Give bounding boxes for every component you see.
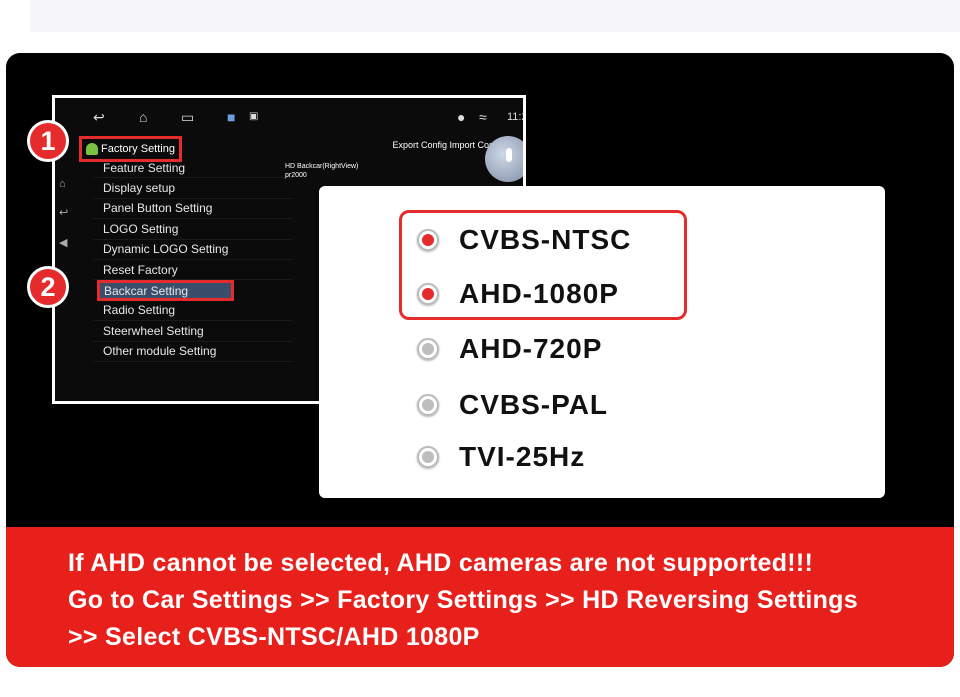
menu-item-feature-setting[interactable]: Feature Setting bbox=[93, 158, 293, 179]
clock-time: 11:2 bbox=[507, 111, 526, 123]
option-cvbs-pal[interactable]: CVBS-PAL bbox=[417, 389, 608, 421]
notice-banner: If AHD cannot be selected, AHD cameras a… bbox=[6, 527, 954, 667]
notice-line-3: >> Select CVBS-NTSC/AHD 1080P bbox=[68, 623, 480, 651]
menu-item-backcar-setting[interactable]: Backcar Setting bbox=[97, 280, 234, 301]
option-label: AHD-1080P bbox=[459, 278, 619, 309]
option-ahd-720p[interactable]: AHD-720P bbox=[417, 333, 602, 365]
option-label: CVBS-PAL bbox=[459, 389, 609, 420]
microphone-icon bbox=[506, 148, 512, 162]
option-label: CVBS-NTSC bbox=[459, 224, 632, 255]
back-icon[interactable]: ↩ bbox=[93, 110, 105, 124]
menu-item-reset-factory[interactable]: Reset Factory bbox=[93, 260, 293, 281]
option-tvi-25hz[interactable]: TVI-25Hz bbox=[417, 441, 585, 473]
settings-menu: Feature Setting Display setup Panel Butt… bbox=[93, 158, 293, 362]
radio-ahd-1080p[interactable] bbox=[417, 283, 439, 305]
menu-item-other-module-setting[interactable]: Other module Setting bbox=[93, 342, 293, 362]
radio-cvbs-pal[interactable] bbox=[417, 394, 439, 416]
wifi-icon: ≈ bbox=[479, 109, 487, 125]
app-title-text: Factory Setting bbox=[101, 143, 175, 155]
option-ahd-1080p[interactable]: AHD-1080P bbox=[417, 278, 619, 310]
menu-item-radio-setting[interactable]: Radio Setting bbox=[93, 301, 293, 322]
step-badge-2: 2 bbox=[27, 266, 69, 308]
backcar-detail-label: HD Backcar(RightView) bbox=[285, 163, 359, 170]
home-side-icon[interactable]: ⌂ bbox=[59, 178, 66, 190]
menu-item-display-setup[interactable]: Display setup bbox=[93, 178, 293, 199]
step-badge-1: 1 bbox=[27, 120, 69, 162]
back-side-icon[interactable]: ↩ bbox=[59, 206, 68, 219]
top-band bbox=[30, 0, 960, 32]
location-icon: ● bbox=[457, 109, 466, 125]
menu-item-logo-setting[interactable]: LOGO Setting bbox=[93, 219, 293, 240]
notice-line-2: Go to Car Settings >> Factory Settings >… bbox=[68, 586, 858, 614]
home-icon[interactable]: ⌂ bbox=[139, 110, 147, 124]
backcar-detail-sub: pr2000 bbox=[285, 172, 307, 179]
backcar-detail: HD Backcar(RightView) pr2000 bbox=[285, 162, 358, 180]
menu-item-steerwheel-setting[interactable]: Steerwheel Setting bbox=[93, 321, 293, 342]
radio-tvi-25hz[interactable] bbox=[417, 446, 439, 468]
android-icon bbox=[86, 143, 98, 155]
volume-side-icon[interactable]: ◀ bbox=[59, 236, 67, 249]
camera-format-options: CVBS-NTSC AHD-1080P AHD-720P CVBS-PAL TV… bbox=[319, 186, 885, 498]
status-bar: ↩ ⌂ ▭ ■ ▣ ● ≈ 11:2 bbox=[55, 98, 523, 128]
menu-item-panel-button-setting[interactable]: Panel Button Setting bbox=[93, 199, 293, 220]
notice-line-1: If AHD cannot be selected, AHD cameras a… bbox=[68, 549, 814, 577]
app-icon[interactable]: ■ bbox=[227, 110, 235, 124]
radio-ahd-720p[interactable] bbox=[417, 338, 439, 360]
option-label: AHD-720P bbox=[459, 333, 603, 364]
voice-button[interactable] bbox=[485, 136, 523, 182]
option-label: TVI-25Hz bbox=[459, 441, 586, 472]
recent-apps-icon[interactable]: ▭ bbox=[181, 110, 194, 124]
screenshot-icon[interactable]: ▣ bbox=[249, 110, 258, 124]
option-cvbs-ntsc[interactable]: CVBS-NTSC bbox=[417, 224, 631, 256]
radio-cvbs-ntsc[interactable] bbox=[417, 229, 439, 251]
menu-item-dynamic-logo-setting[interactable]: Dynamic LOGO Setting bbox=[93, 240, 293, 260]
